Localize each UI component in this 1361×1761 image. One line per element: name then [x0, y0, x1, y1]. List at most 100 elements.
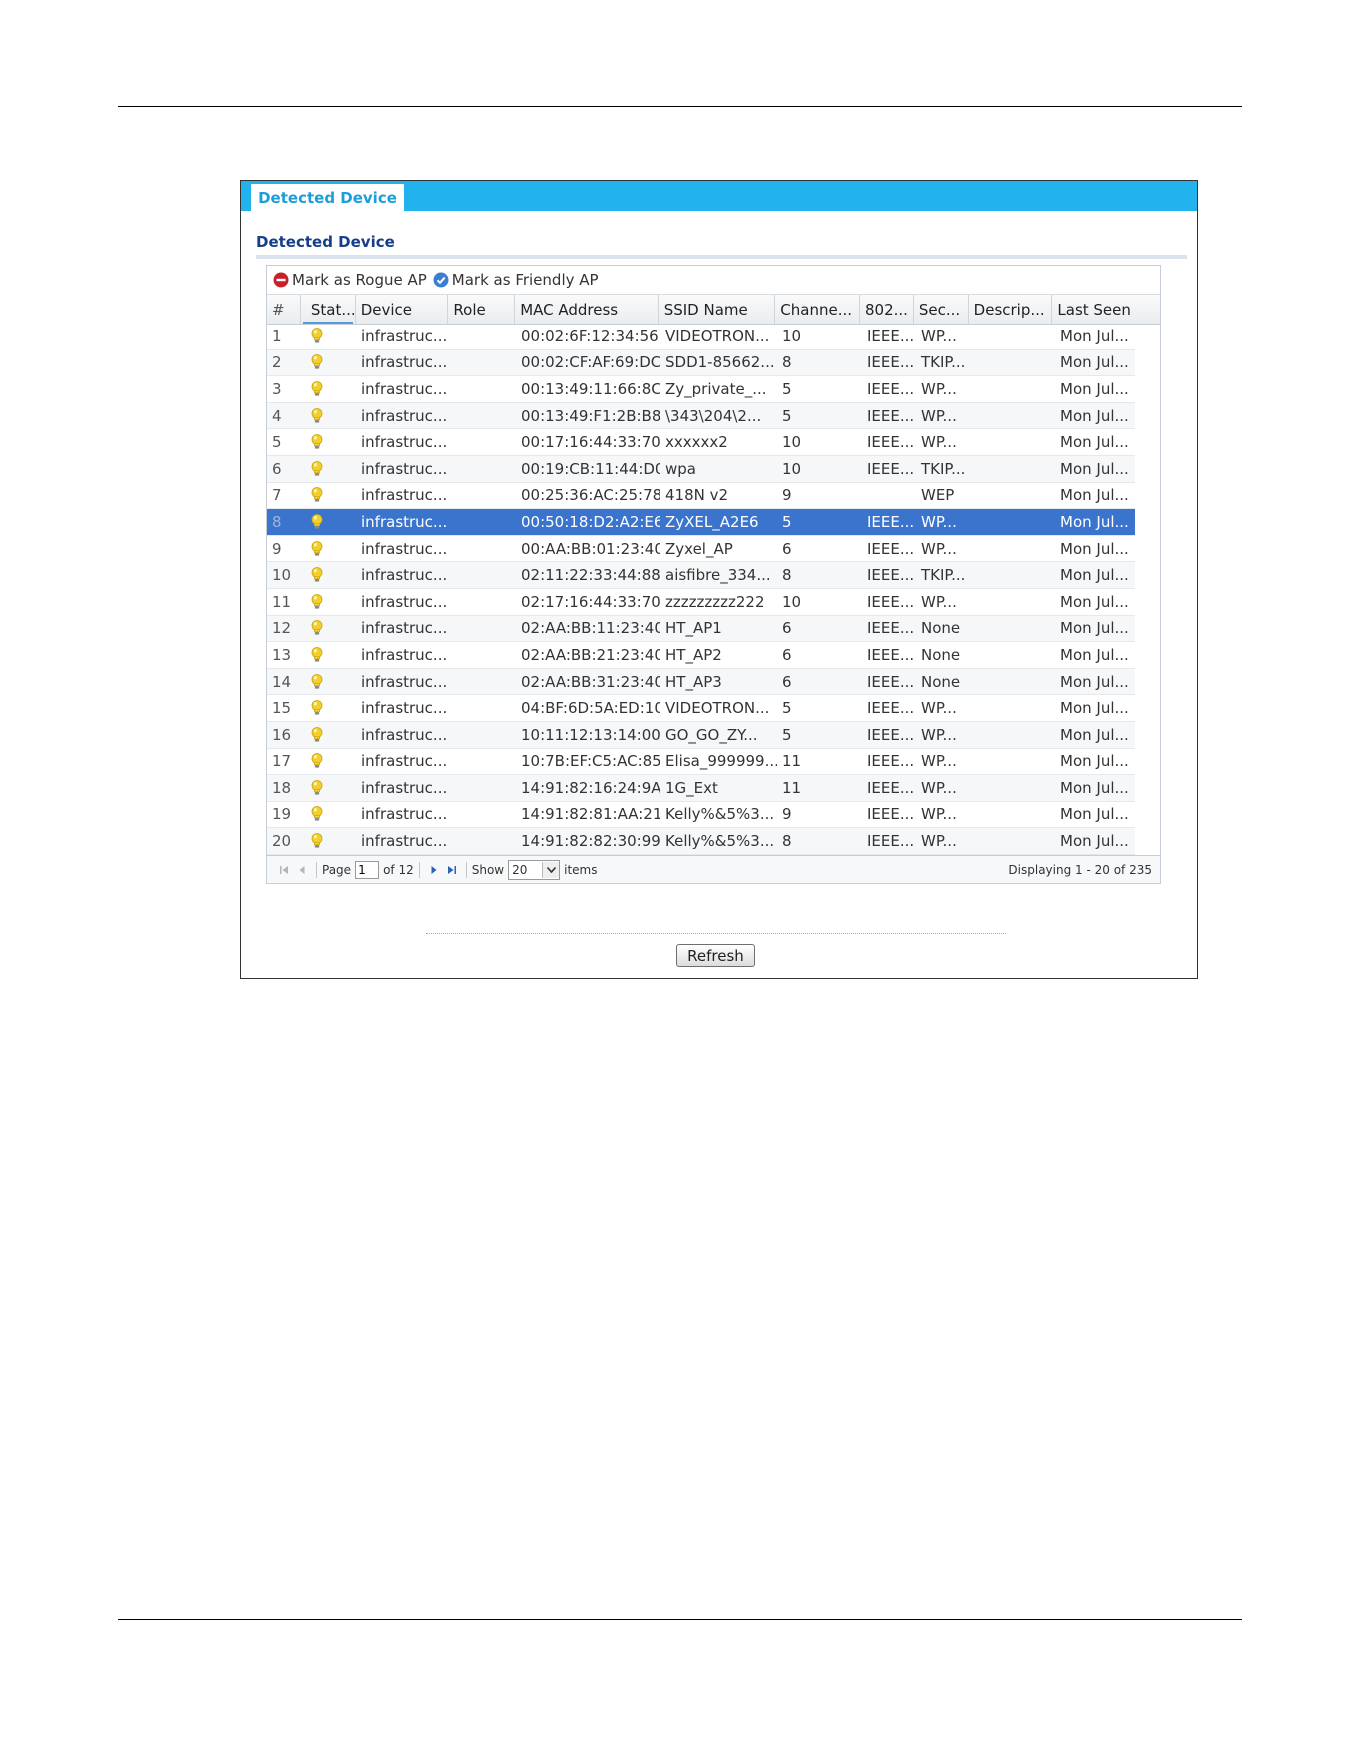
- cell-ssid-name: aisfibre_334...: [665, 566, 771, 585]
- table-row[interactable]: 9 infrastruc... 00:AA:BB:01:23:40 Zyxel_AP 6…: [267, 536, 1135, 563]
- cell-description: [971, 722, 1055, 748]
- cell-device: infrastruc...: [361, 566, 448, 585]
- lightbulb-icon: [311, 647, 323, 662]
- cell-status: [301, 403, 356, 429]
- col-header-ssid-name[interactable]: SSID Name: [659, 295, 776, 324]
- cell-ssid-name: \343\204\2...: [665, 406, 762, 425]
- table-row[interactable]: 14 infrastruc... 02:AA:BB:31:23:40 HT_AP3 6 I…: [267, 668, 1135, 696]
- first-page-button[interactable]: [275, 861, 293, 879]
- col-header-security[interactable]: Sec...: [914, 295, 969, 324]
- cell-last-seen: Mon Jul...: [1060, 672, 1129, 691]
- chevron-down-icon[interactable]: [542, 861, 560, 878]
- mark-friendly-ap-button[interactable]: Mark as Friendly AP: [433, 271, 599, 289]
- page-top-rule: [118, 106, 1242, 107]
- page-size-select[interactable]: 20: [508, 859, 561, 880]
- cell-ssid-name: Zy_private_...: [665, 379, 767, 398]
- cell-last-seen: Mon Jul...: [1060, 619, 1129, 638]
- cell-role: [449, 350, 516, 376]
- cell-device: infrastruc...: [361, 725, 448, 744]
- cell-security: WP...: [921, 406, 957, 425]
- cell-number: 17: [272, 752, 292, 771]
- cell-802: IEEE...: [867, 433, 915, 452]
- cell-channel: 6: [782, 539, 792, 558]
- table-row[interactable]: 2 infrastruc... 00:02:CF:AF:69:DC SDD1-8566…: [267, 349, 1135, 377]
- cell-mac-address: 02:AA:BB:21:23:40: [521, 645, 660, 664]
- table-row[interactable]: 8 infrastruc... 00:50:18:D2:A2:E6 ZyXEL_A2E…: [267, 509, 1135, 536]
- cell-number: 20: [272, 832, 292, 851]
- next-page-button[interactable]: [425, 861, 443, 879]
- first-page-icon: [280, 865, 288, 874]
- page-size-value: 20: [512, 862, 528, 877]
- grid-header: # Stat... Device Role MAC Address SSID N…: [267, 294, 1160, 325]
- cell-channel: 5: [782, 379, 792, 398]
- col-header-channel[interactable]: Channe...: [775, 295, 861, 324]
- cell-mac-address: 14:91:82:16:24:9A: [521, 778, 660, 797]
- table-row[interactable]: 5 infrastruc... 00:17:16:44:33:70 xxxxxx2 10…: [267, 429, 1135, 456]
- cell-role: [449, 642, 516, 668]
- table-row[interactable]: 10 infrastruc... 02:11:22:33:44:88 aisfibre…: [267, 562, 1135, 589]
- cell-ssid-name: ZyXEL_A2E6: [665, 512, 759, 531]
- cell-status: [301, 589, 356, 615]
- grid-body: 1 infrastruc... 00:02:6F:12:34:56 VIDEOTRON…: [267, 323, 1135, 855]
- lightbulb-icon: [311, 779, 323, 795]
- table-row[interactable]: 20 infrastruc... 14:91:82:82:30:99 Kelly%&5…: [267, 828, 1135, 855]
- cell-description: [971, 828, 1055, 854]
- col-header-number[interactable]: #: [267, 295, 301, 324]
- cell-802: IEEE...: [867, 805, 915, 824]
- table-row[interactable]: 17 infrastruc... 10:7B:EF:C5:AC:85 Elisa_99…: [267, 749, 1135, 776]
- cell-mac-address: 00:19:CB:11:44:D0: [521, 459, 660, 478]
- cell-number: 14: [272, 672, 292, 691]
- col-header-status[interactable]: Stat...: [301, 295, 356, 324]
- cell-status: [301, 456, 356, 482]
- table-row[interactable]: 11 infrastruc... 02:17:16:44:33:70 zzzzzzzz…: [267, 589, 1135, 616]
- refresh-button[interactable]: Refresh: [676, 944, 755, 967]
- cell-802: IEEE...: [867, 539, 915, 558]
- last-page-button[interactable]: [443, 861, 461, 879]
- mark-rogue-ap-button[interactable]: Mark as Rogue AP: [273, 271, 427, 289]
- table-row[interactable]: 18 infrastruc... 14:91:82:16:24:9A 1G_Ext 11…: [267, 775, 1135, 802]
- cell-802: IEEE...: [867, 566, 915, 585]
- cell-channel: 10: [782, 326, 802, 345]
- lightbulb-icon: [311, 460, 323, 476]
- table-row[interactable]: 13 infrastruc... 02:AA:BB:21:23:40 HT_AP2 6 I…: [267, 642, 1135, 669]
- cell-description: [971, 562, 1055, 588]
- cell-role: [449, 509, 516, 535]
- cell-ssid-name: wpa: [665, 459, 696, 478]
- prev-page-button[interactable]: [293, 861, 311, 879]
- col-header-device[interactable]: Device: [356, 295, 449, 324]
- cell-mac-address: 00:17:16:44:33:70: [521, 433, 660, 452]
- cell-ssid-name: VIDEOTRON...: [665, 326, 770, 345]
- cell-number: 9: [272, 539, 282, 558]
- table-row[interactable]: 16 infrastruc... 10:11:12:13:14:00 GO_GO_ZY…: [267, 721, 1135, 749]
- cell-number: 13: [272, 645, 292, 664]
- table-row[interactable]: 1 infrastruc... 00:02:6F:12:34:56 VIDEOTRON…: [267, 323, 1135, 350]
- section-divider: [256, 255, 1187, 259]
- table-row[interactable]: 12 infrastruc... 02:AA:BB:11:23:40 HT_AP1 6 I…: [267, 615, 1135, 643]
- table-row[interactable]: 6 infrastruc... 00:19:CB:11:44:D0 wpa 10 IEEE…: [267, 455, 1135, 483]
- col-header-mac-address[interactable]: MAC Address: [515, 295, 659, 324]
- lightbulb-icon: [311, 407, 323, 423]
- col-header-last-seen[interactable]: Last Seen: [1052, 295, 1160, 324]
- table-row[interactable]: 4 infrastruc... 00:13:49:F1:2B:B8 \343\204\…: [267, 402, 1135, 430]
- cell-number: 4: [272, 406, 282, 425]
- col-header-role[interactable]: Role: [448, 295, 516, 324]
- cell-description: [971, 323, 1055, 349]
- table-row[interactable]: 15 infrastruc... 04:BF:6D:5A:ED:10 VIDEOTRO…: [267, 695, 1135, 722]
- col-header-802[interactable]: 802...: [860, 295, 914, 324]
- cell-role: [449, 749, 516, 775]
- cell-device: infrastruc...: [361, 778, 448, 797]
- cell-ssid-name: SDD1-85662...: [665, 353, 775, 372]
- detected-device-grid: Mark as Rogue AP Mark as Friendly AP # S…: [266, 265, 1161, 884]
- table-row[interactable]: 7 infrastruc... 00:25:36:AC:25:78 418N v2 9 W…: [267, 483, 1135, 510]
- table-row[interactable]: 19 infrastruc... 14:91:82:81:AA:21 Kelly%&5…: [267, 802, 1135, 829]
- cell-mac-address: 02:AA:BB:31:23:40: [521, 672, 660, 691]
- cell-status: [301, 695, 356, 721]
- page-number-input[interactable]: [355, 860, 380, 879]
- table-row[interactable]: 3 infrastruc... 00:13:49:11:66:8C Zy_privat…: [267, 376, 1135, 403]
- cell-description: [971, 509, 1055, 535]
- cell-number: 2: [272, 353, 282, 372]
- cell-device: infrastruc...: [361, 832, 448, 851]
- tab-detected-device[interactable]: Detected Device: [251, 184, 404, 211]
- cell-number: 19: [272, 805, 292, 824]
- col-header-description[interactable]: Descrip...: [969, 295, 1053, 324]
